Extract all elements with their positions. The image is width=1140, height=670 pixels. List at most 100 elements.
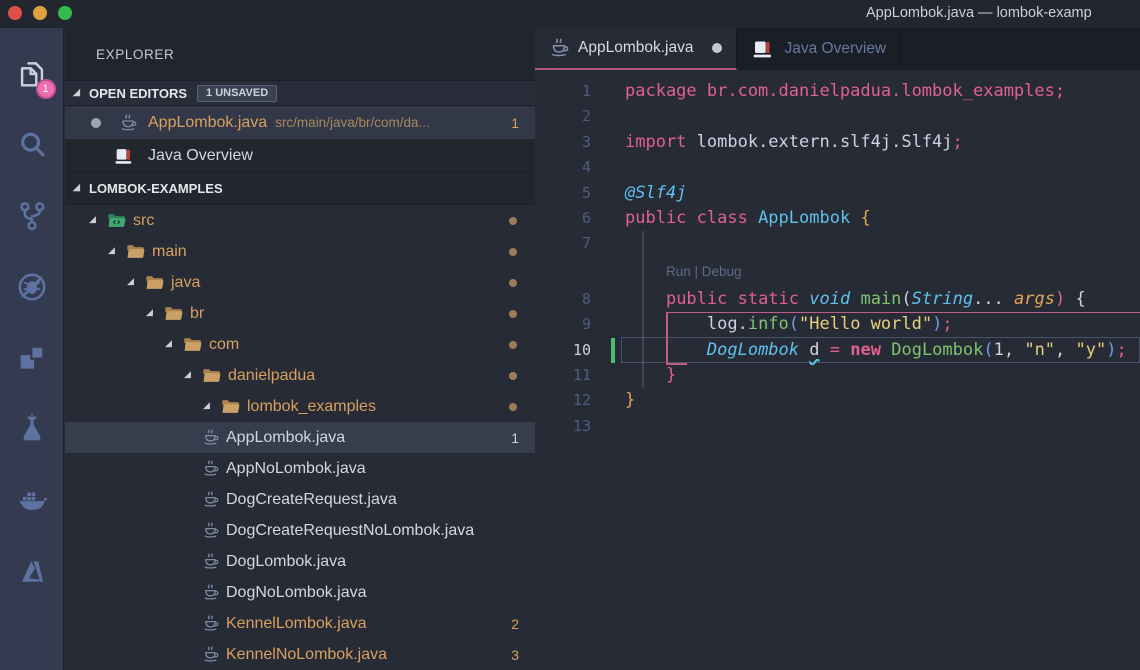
tree-item-lombok-examples[interactable]: ◢lombok_examples (65, 391, 535, 422)
activity-item-debug-disabled[interactable] (0, 251, 64, 322)
project-section-header[interactable]: ◢ LOMBOK-EXAMPLES (65, 172, 535, 205)
java-file-icon (202, 615, 219, 632)
unsaved-badge: 1 UNSAVED (197, 85, 277, 102)
tree-item-label: AppLombok.java (226, 429, 345, 447)
tree-item-java[interactable]: ◢java (65, 267, 535, 298)
open-editor-item[interactable]: AppLombok.javasrc/main/java/br/com/da...… (65, 106, 535, 139)
modified-dot (509, 248, 517, 256)
activity-item-azure[interactable] (0, 535, 64, 606)
explorer-unsaved-badge: 1 (36, 79, 56, 99)
activity-item-explorer[interactable]: 1 (0, 38, 64, 109)
dirty-tab-dot[interactable] (712, 43, 722, 53)
line-number[interactable]: 6 (535, 206, 591, 231)
sidebar-title: EXPLORER (65, 28, 535, 80)
line-number[interactable]: 2 (535, 104, 591, 129)
line-number[interactable]: 7 (535, 231, 591, 256)
folder-icon (145, 274, 164, 291)
activity-item-extensions[interactable] (0, 322, 64, 393)
tree-item-label: DogNoLombok.java (226, 584, 367, 602)
tree-item-kennellombok-java[interactable]: KennelLombok.java2 (65, 608, 535, 639)
line-number[interactable]: 10 (535, 338, 591, 363)
editor-tab-bar: AppLombok.java Java Overview (535, 28, 1140, 70)
zoom-window-button[interactable] (58, 6, 72, 20)
tree-item-label: DogCreateRequestNoLombok.java (226, 522, 474, 540)
tab-applombok-java[interactable]: AppLombok.java (535, 28, 737, 70)
tree-item-label: DogLombok.java (226, 553, 346, 571)
open-editor-path: src/main/java/br/com/da... (275, 115, 430, 130)
code-line-11: 11 } (535, 363, 1140, 388)
code-line-12: 12} (535, 388, 1140, 413)
tree-item-dogcreaterequestnolombok-java[interactable]: DogCreateRequestNoLombok.java (65, 515, 535, 546)
line-number[interactable]: 1 (535, 79, 591, 104)
open-editor-label: Java Overview (148, 147, 253, 165)
code-line-3: 3import lombok.extern.slf4j.Slf4j; (535, 130, 1140, 155)
extensions-icon (15, 341, 49, 375)
open-editor-item[interactable]: Java Overview (65, 139, 535, 172)
chevron-expanded-icon: ◢ (73, 87, 89, 98)
tree-item-label: src (133, 212, 154, 230)
java-icon (119, 114, 137, 132)
codelens-debug-link[interactable]: Debug (702, 264, 742, 279)
line-number[interactable]: 13 (535, 414, 591, 439)
vscode-window: AppLombok.java — lombok-examp 1 EXPLORER… (0, 0, 1140, 670)
activity-bar: 1 (0, 28, 64, 670)
activity-item-search[interactable] (0, 109, 64, 180)
open-editors-header[interactable]: ◢ OPEN EDITORS 1 UNSAVED (65, 80, 535, 106)
tree-item-label: danielpadua (228, 367, 315, 385)
tree-item-kennelnolombok-java[interactable]: KennelNoLombok.java3 (65, 639, 535, 670)
minimize-window-button[interactable] (33, 6, 47, 20)
tab-label: Java Overview (784, 40, 886, 58)
search-icon (15, 128, 49, 162)
chevron-expanded-icon: ◢ (146, 307, 162, 318)
tree-item-main[interactable]: ◢main (65, 236, 535, 267)
tree-item-label: KennelNoLombok.java (226, 646, 387, 664)
tree-item-label: java (171, 274, 200, 292)
folder-icon (183, 336, 202, 353)
code-line-8: 8 public static void main(String... args… (535, 287, 1140, 312)
close-window-button[interactable] (8, 6, 22, 20)
java-file-icon (202, 522, 219, 539)
folder-icon (221, 398, 240, 415)
tree-item-label: lombok_examples (247, 398, 376, 416)
folder-icon (107, 212, 126, 229)
docker-icon (15, 483, 49, 517)
tree-item-br[interactable]: ◢ br (65, 298, 535, 329)
tree-item-applombok-java[interactable]: AppLombok.java1 (65, 422, 535, 453)
dirty-file-dot (91, 118, 101, 128)
tab-java-overview[interactable]: Java Overview (737, 28, 901, 70)
code-line-2: 2 (535, 104, 1140, 129)
explorer-sidebar: EXPLORER ◢ OPEN EDITORS 1 UNSAVED AppLom… (65, 28, 535, 670)
code-line-10: 10 DogLombok d = new DogLombok(1, "n", "… (535, 338, 1140, 363)
activity-item-docker[interactable] (0, 464, 64, 535)
java-file-icon (202, 584, 219, 601)
window-title: AppLombok.java — lombok-examp (866, 5, 1092, 21)
tree-item-src[interactable]: ◢src (65, 205, 535, 236)
tree-item-dognolombok-java[interactable]: DogNoLombok.java (65, 577, 535, 608)
codelens-run-link[interactable]: Run (666, 264, 691, 279)
tree-item-doglombok-java[interactable]: DogLombok.java (65, 546, 535, 577)
line-number[interactable]: 11 (535, 363, 591, 388)
tree-item-appnolombok-java[interactable]: AppNoLombok.java (65, 453, 535, 484)
activity-item-test-flask[interactable] (0, 393, 64, 464)
line-number[interactable]: 8 (535, 287, 591, 312)
line-number[interactable]: 9 (535, 312, 591, 337)
line-number[interactable]: 12 (535, 388, 591, 413)
java-file-icon (202, 429, 219, 446)
chevron-expanded-icon: ◢ (73, 182, 89, 193)
tree-item-com[interactable]: ◢com (65, 329, 535, 360)
code-line-7: 7 (535, 231, 1140, 256)
line-number[interactable]: 5 (535, 181, 591, 206)
code-editor[interactable]: 1package br.com.danielpadua.lombok_examp… (535, 70, 1140, 670)
open-editors-label: OPEN EDITORS (89, 86, 187, 101)
tree-item-danielpadua[interactable]: ◢danielpadua (65, 360, 535, 391)
line-number[interactable]: 3 (535, 130, 591, 155)
modified-dot (509, 372, 517, 380)
tree-item-dogcreaterequest-java[interactable]: DogCreateRequest.java (65, 484, 535, 515)
java-file-icon (202, 646, 219, 663)
activity-item-source-control[interactable] (0, 180, 64, 251)
line-number[interactable]: 4 (535, 155, 591, 180)
title-bar: AppLombok.java — lombok-examp (0, 0, 1140, 28)
tree-item-label: main (152, 243, 187, 261)
tree-item-label: br (190, 305, 204, 323)
code-line-4: 4 (535, 155, 1140, 180)
